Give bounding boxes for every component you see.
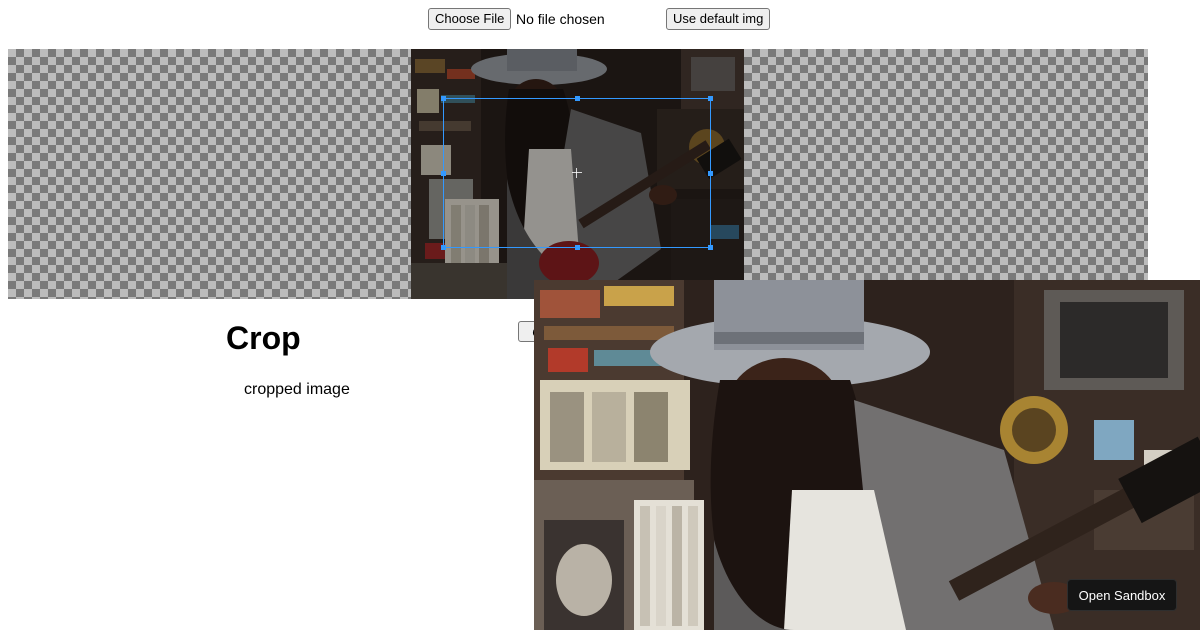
open-sandbox-button[interactable]: Open Sandbox bbox=[1067, 579, 1177, 611]
page: Choose File No file chosen Use default i… bbox=[0, 0, 1200, 630]
use-default-img-button[interactable]: Use default img bbox=[666, 8, 771, 30]
file-status-text: No file chosen bbox=[516, 11, 605, 27]
crop-handle-sw[interactable] bbox=[441, 245, 446, 250]
cropped-image-alt-text: cropped image bbox=[244, 381, 350, 398]
crop-handle-se[interactable] bbox=[708, 245, 713, 250]
crop-heading: Crop bbox=[226, 320, 301, 356]
crop-selection-box[interactable] bbox=[441, 96, 713, 250]
crop-handle-w[interactable] bbox=[441, 171, 446, 176]
crop-handle-ne[interactable] bbox=[708, 96, 713, 101]
crop-handle-e[interactable] bbox=[708, 171, 713, 176]
crop-handle-n[interactable] bbox=[575, 96, 580, 101]
crop-handle-s[interactable] bbox=[575, 245, 580, 250]
cropped-image: cropped image bbox=[244, 380, 350, 400]
cropper-canvas[interactable] bbox=[8, 49, 1148, 299]
crop-handle-nw[interactable] bbox=[441, 96, 446, 101]
crop-center-icon bbox=[572, 168, 582, 178]
choose-file-button[interactable]: Choose File bbox=[428, 8, 512, 30]
preview-image bbox=[534, 280, 1200, 630]
